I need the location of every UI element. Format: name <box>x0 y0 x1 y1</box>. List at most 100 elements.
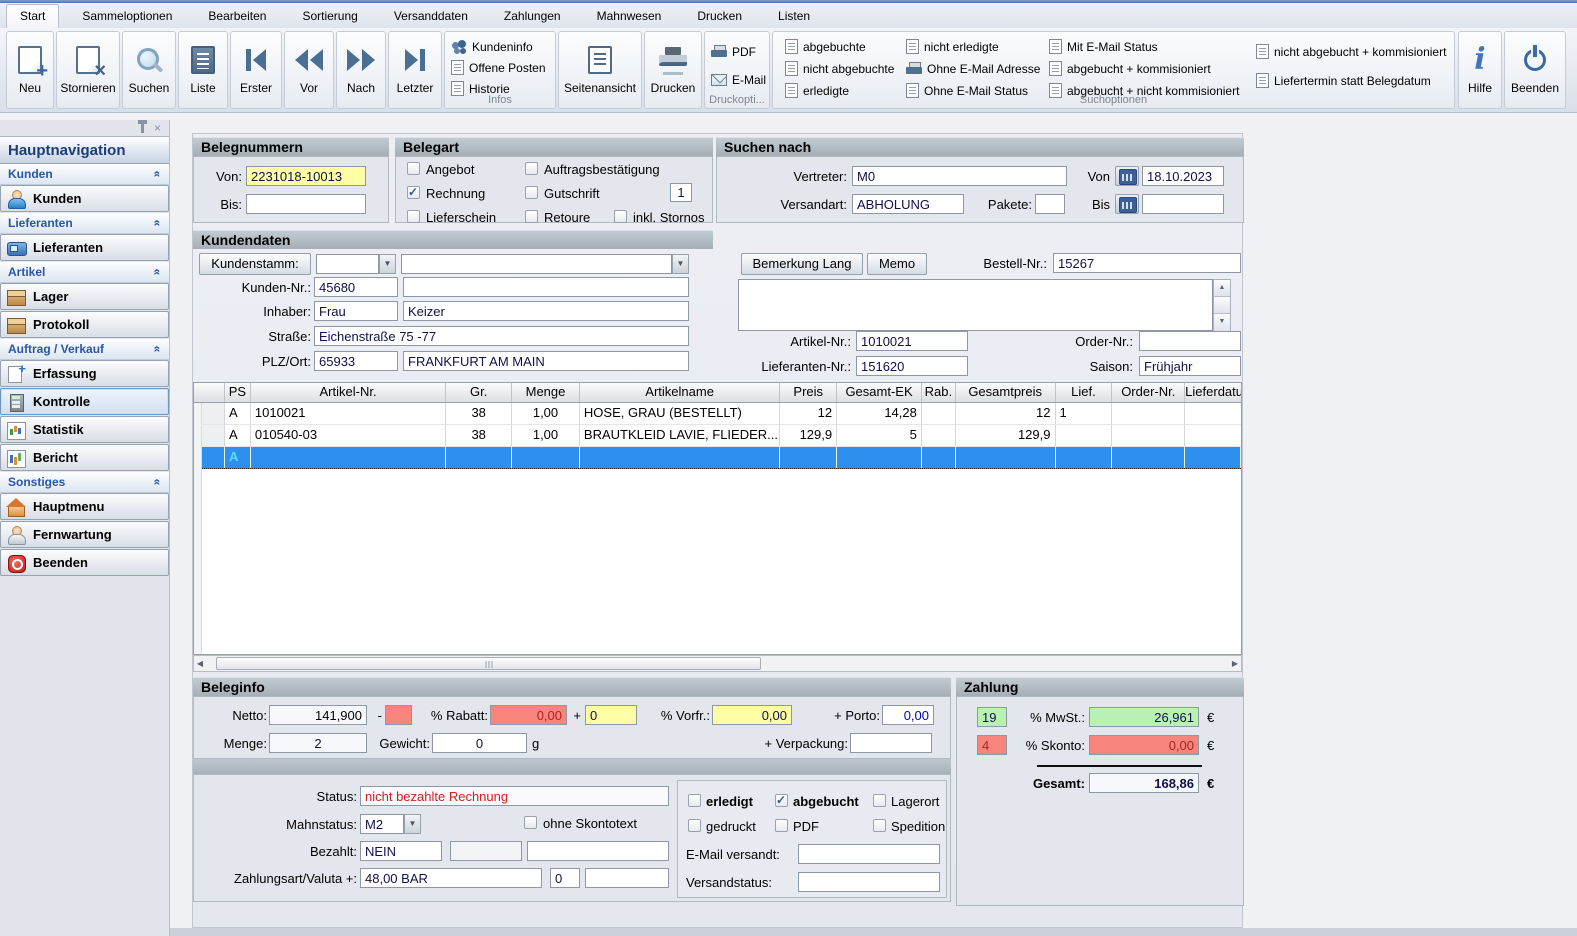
kundenstamm-button[interactable]: Kundenstamm: <box>199 253 311 275</box>
gedruckt-checkbox[interactable] <box>688 819 701 832</box>
column-header-artikel-nr[interactable]: Artikel-Nr. <box>251 383 447 402</box>
stornieren-button[interactable]: × Stornieren <box>56 31 120 109</box>
table-row[interactable]: A 010540-03 38 1,00 BRAUTKLEID LAVIE, FL… <box>202 425 1241 447</box>
offene-posten-item[interactable]: Offene Posten <box>451 57 546 78</box>
tab-mahnwesen[interactable]: Mahnwesen <box>584 5 675 28</box>
column-header-gr[interactable]: Gr. <box>446 383 513 402</box>
group-header-auftrag-verkauf[interactable]: Auftrag / Verkauf « <box>0 339 169 360</box>
strasse-input[interactable] <box>314 326 689 346</box>
ort-input[interactable] <box>403 351 689 371</box>
letzter-button[interactable]: Letzter <box>388 31 442 109</box>
column-header-artikelname[interactable]: Artikelname <box>580 383 781 402</box>
beenden-button[interactable]: Beenden <box>1504 31 1566 109</box>
column-header-lieferdatum[interactable]: Lieferdatu <box>1185 383 1241 402</box>
bezahlt-datum-input[interactable] <box>450 841 522 861</box>
skonto-input[interactable] <box>1089 735 1199 755</box>
email-item[interactable]: E-Mail <box>711 69 766 90</box>
bemerkung-textarea[interactable] <box>738 279 1213 331</box>
dropdown-arrow-icon[interactable]: ▼ <box>404 814 421 834</box>
rabatt-faktor-input[interactable] <box>385 705 412 725</box>
kunden-name-input[interactable] <box>403 277 689 297</box>
tab-start[interactable]: Start <box>6 4 60 28</box>
calendar-icon[interactable] <box>1115 194 1139 214</box>
rechnung-checkbox[interactable] <box>407 185 420 199</box>
lieferanten-nr-input[interactable] <box>856 356 968 376</box>
kundeninfo-item[interactable]: Kundeninfo <box>451 36 533 57</box>
belegnummer-bis-input[interactable] <box>246 194 366 214</box>
filter-liefertermin-statt-belegdatum[interactable]: Liefertermin statt Belegdatum <box>1256 70 1431 91</box>
lagerort-checkbox[interactable] <box>873 794 886 807</box>
column-header-lief[interactable]: Lief. <box>1056 383 1113 402</box>
gutschrift-checkbox[interactable] <box>525 186 538 199</box>
mwst-prozent-input[interactable] <box>977 707 1007 727</box>
lieferschein-checkbox[interactable] <box>407 210 420 223</box>
column-header-ps[interactable]: PS <box>225 383 251 402</box>
ohne-skontotext-checkbox[interactable] <box>524 816 537 829</box>
group-header-artikel[interactable]: Artikel « <box>0 262 169 283</box>
bezahlt-betrag-input[interactable] <box>527 841 669 861</box>
scrollbar-thumb[interactable] <box>216 657 761 670</box>
bezahlt-input[interactable] <box>360 841 442 861</box>
filter-nicht-abgebuchte[interactable]: nicht abgebuchte <box>785 58 894 79</box>
tab-versanddaten[interactable]: Versanddaten <box>381 5 481 28</box>
versandart-input[interactable] <box>852 194 964 214</box>
sidebar-item-kunden[interactable]: Kunden <box>0 185 169 212</box>
sidebar-item-lager[interactable]: Lager <box>0 283 169 310</box>
pdf-checkbox[interactable] <box>775 819 788 832</box>
filter-mit-email-status[interactable]: Mit E-Mail Status <box>1049 36 1158 57</box>
vor-button[interactable]: Vor <box>284 31 334 109</box>
table-row-selected[interactable]: A <box>202 447 1241 469</box>
calendar-icon[interactable] <box>1115 166 1139 186</box>
vorfracht-input[interactable] <box>712 705 792 725</box>
sidebar-item-lieferanten[interactable]: Lieferanten <box>0 234 169 261</box>
column-header-gesamtpreis[interactable]: Gesamtpreis <box>956 383 1056 402</box>
netto-input[interactable] <box>269 705 367 725</box>
pdf-item[interactable]: PDF <box>711 41 756 62</box>
column-header-gesamt-ek[interactable]: Gesamt-EK <box>837 383 922 402</box>
zahlungsart-input[interactable] <box>360 868 542 888</box>
tab-zahlungen[interactable]: Zahlungen <box>491 5 574 28</box>
sidebar-item-protokoll[interactable]: Protokoll <box>0 311 169 338</box>
kunden-nr-input[interactable] <box>314 277 398 297</box>
inkl-stornos-checkbox[interactable] <box>614 210 627 223</box>
spedition-checkbox[interactable] <box>873 819 886 832</box>
sidebar-item-fernwartung[interactable]: Fernwartung <box>0 521 169 548</box>
rabatt-input[interactable] <box>490 705 567 725</box>
versandstatus-input[interactable] <box>798 872 940 892</box>
sidebar-item-bericht[interactable]: Bericht <box>0 444 169 471</box>
filter-nicht-erledigte[interactable]: nicht erledigte <box>906 36 999 57</box>
skonto-prozent-input[interactable] <box>977 735 1007 755</box>
auftragsbestaetigung-checkbox[interactable] <box>525 162 538 175</box>
column-header-order-nr[interactable]: Order-Nr. <box>1112 383 1186 402</box>
vertreter-input[interactable] <box>852 166 1067 186</box>
scroll-up-icon[interactable]: ▲ <box>1214 280 1230 297</box>
sidebar-item-statistik[interactable]: Statistik <box>0 416 169 443</box>
hilfe-button[interactable]: i Hilfe <box>1458 31 1502 109</box>
gesamt-input[interactable] <box>1089 773 1199 793</box>
datum-bis-input[interactable] <box>1142 194 1224 214</box>
order-nr-input[interactable] <box>1139 331 1241 351</box>
dropdown-arrow-icon[interactable]: ▼ <box>672 254 689 274</box>
menge-input[interactable] <box>269 733 367 753</box>
dropdown-arrow-icon[interactable]: ▼ <box>379 254 396 274</box>
pakete-input[interactable] <box>1035 194 1065 214</box>
verpackung-input[interactable] <box>850 733 932 753</box>
sidebar-item-erfassung[interactable]: Erfassung <box>0 360 169 387</box>
tab-drucken[interactable]: Drucken <box>684 5 755 28</box>
valuta-input[interactable] <box>550 868 580 888</box>
gewicht-input[interactable] <box>432 733 527 753</box>
filter-nicht-abgebucht-kommisioniert[interactable]: nicht abgebucht + kommisioniert <box>1256 41 1446 62</box>
scroll-right-icon[interactable]: ▶ <box>1229 659 1241 668</box>
erledigt-checkbox[interactable] <box>688 794 701 807</box>
datum-von-input[interactable] <box>1142 166 1224 186</box>
plz-input[interactable] <box>314 351 398 371</box>
column-header-preis[interactable]: Preis <box>780 383 838 402</box>
tab-sortierung[interactable]: Sortierung <box>289 5 370 28</box>
neu-button[interactable]: + Neu <box>6 31 54 109</box>
erster-button[interactable]: Erster <box>230 31 282 109</box>
filter-ohne-email-adresse[interactable]: Ohne E-Mail Adresse <box>906 58 1040 79</box>
angebot-checkbox[interactable] <box>407 162 420 175</box>
tab-bearbeiten[interactable]: Bearbeiten <box>195 5 279 28</box>
sidebar-item-kontrolle[interactable]: Kontrolle <box>0 388 169 415</box>
group-header-sonstiges[interactable]: Sonstiges « <box>0 472 169 493</box>
